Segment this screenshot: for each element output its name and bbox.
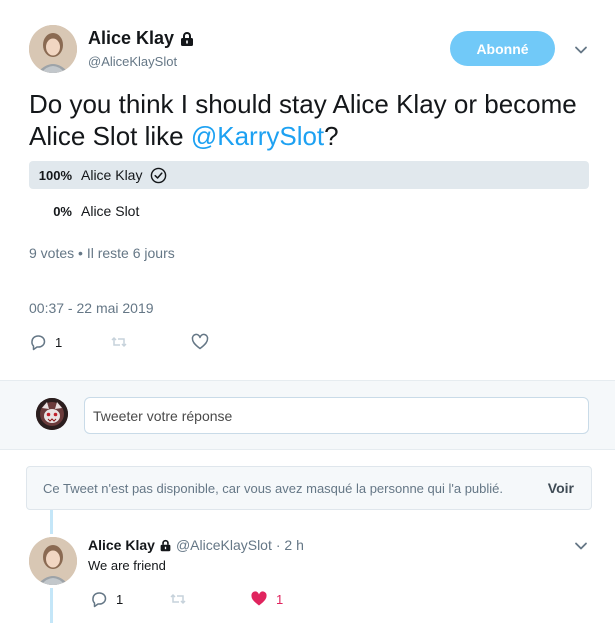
retweet-icon <box>170 593 186 605</box>
check-circle-icon <box>151 167 167 183</box>
reply-like-button[interactable]: 1 <box>250 590 283 608</box>
retweet-button[interactable] <box>110 333 136 351</box>
author-handle[interactable]: @AliceKlaySlot <box>88 54 195 69</box>
poll-option-percent: 100% <box>38 167 72 183</box>
unavailable-tweet-text: Ce Tweet n'est pas disponible, car vous … <box>43 480 504 496</box>
author-avatar-image <box>29 25 77 73</box>
like-button[interactable] <box>191 333 217 351</box>
reply-text: We are friend <box>88 558 166 573</box>
tweet-timestamp[interactable]: 00:37 - 22 mai 2019 <box>29 300 154 316</box>
reply-like-count: 1 <box>276 591 284 607</box>
lock-icon <box>181 31 194 46</box>
thread-line <box>50 588 53 623</box>
poll-option-alice-klay: 100% Alice Klay <box>29 161 589 189</box>
unavailable-tweet-notice: Ce Tweet n'est pas disponible, car vous … <box>26 466 592 510</box>
poll-option-alice-slot: 0% Alice Slot <box>29 197 589 225</box>
reply-time[interactable]: · 2 h <box>276 537 304 553</box>
poll-option-percent: 0% <box>53 203 72 219</box>
author-display-name-text: Alice Klay <box>88 28 175 48</box>
author-name-block: Alice Klay @AliceKlaySlot <box>88 28 195 69</box>
reply-header: Alice Klay @AliceKlaySlot · 2 h <box>88 537 304 553</box>
reply-icon <box>92 592 107 608</box>
reply-reply-button[interactable]: 1 <box>90 590 123 608</box>
chevron-down-icon[interactable] <box>573 42 589 58</box>
main-tweet: Alice Klay @AliceKlaySlot Abonné Do you … <box>0 0 615 380</box>
reply-icon <box>31 335 46 351</box>
heart-icon <box>251 591 267 606</box>
tweet-text-end: ? <box>324 121 339 151</box>
reply-author-handle[interactable]: @AliceKlaySlot <box>176 537 272 553</box>
reply-author-avatar[interactable] <box>29 537 77 585</box>
reply-author-name[interactable]: Alice Klay <box>88 537 155 553</box>
author-avatar[interactable] <box>29 25 77 73</box>
lock-icon <box>160 539 171 551</box>
reply-reply-count: 1 <box>116 591 124 607</box>
tweet-text: Do you think I should stay Alice Klay or… <box>29 88 589 152</box>
view-tweet-link[interactable]: Voir <box>548 480 574 496</box>
heart-icon <box>191 333 209 350</box>
poll-meta: 9 votes • Il reste 6 jours <box>29 245 175 261</box>
reply-composer <box>0 380 615 450</box>
reply-retweet-button[interactable] <box>169 590 187 608</box>
chevron-down-icon[interactable] <box>573 538 589 554</box>
reply-count: 1 <box>55 334 63 350</box>
poll-option-label: Alice Slot <box>81 203 140 219</box>
author-display-name[interactable]: Alice Klay <box>88 28 195 49</box>
poll-option-label: Alice Klay <box>81 167 143 183</box>
following-button[interactable]: Abonné <box>450 31 555 66</box>
current-user-avatar-image <box>36 398 68 430</box>
reply-button[interactable]: 1 <box>29 333 62 351</box>
thread-line <box>50 510 53 534</box>
retweet-icon <box>111 336 127 348</box>
current-user-avatar[interactable] <box>36 398 68 430</box>
reply-input[interactable] <box>84 397 589 434</box>
reply-author-avatar-image <box>29 537 77 585</box>
mention-link[interactable]: @KarrySlot <box>191 121 324 151</box>
